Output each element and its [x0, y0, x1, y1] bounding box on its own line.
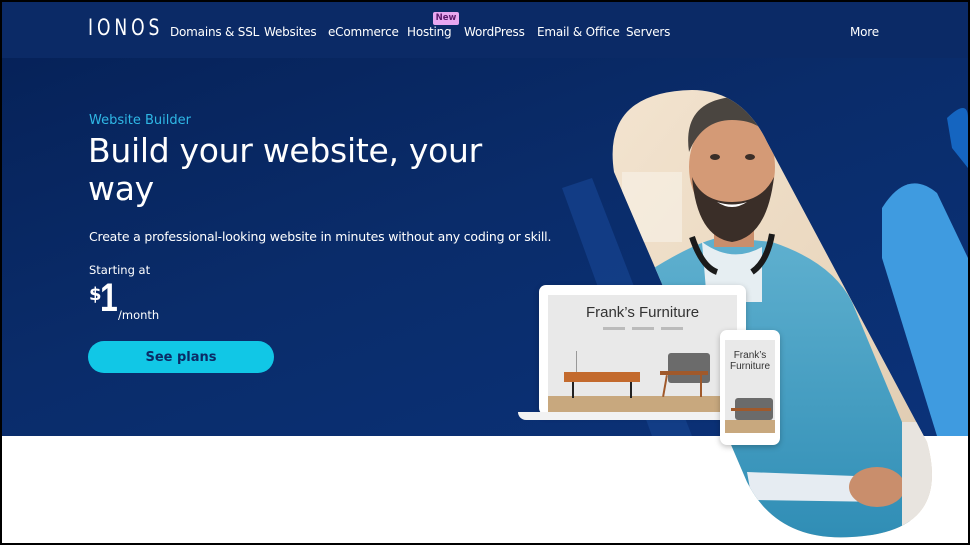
sideboard-leg	[572, 382, 574, 398]
armchair-leg	[700, 375, 702, 397]
nav-item-ecommerce[interactable]: eCommerce	[328, 25, 399, 39]
ionos-logo[interactable]: IONOS	[88, 16, 163, 41]
nav-item-websites[interactable]: Websites	[264, 25, 317, 39]
sideboard	[564, 372, 640, 382]
hero-photo	[612, 90, 932, 538]
laptop-mockup: Frank’s Furniture	[539, 285, 746, 415]
nav-item-servers[interactable]: Servers	[626, 25, 670, 39]
lamp	[576, 351, 577, 372]
new-badge: New	[433, 12, 459, 25]
nav-placeholder	[603, 327, 625, 330]
phone-mockup: Frank’s Furniture	[720, 330, 780, 445]
nav-item-email-office[interactable]: Email & Office	[537, 25, 620, 39]
nav-item-more[interactable]: More	[850, 25, 879, 39]
laptop-site-title: Frank’s Furniture	[585, 304, 700, 321]
nav-placeholder	[661, 327, 683, 330]
page: IONOS Domains & SSL Websites eCommerce N…	[2, 2, 968, 543]
top-nav: IONOS Domains & SSL Websites eCommerce N…	[2, 2, 968, 58]
sideboard-leg	[630, 382, 632, 398]
nav-item-wordpress[interactable]: WordPress	[464, 25, 525, 39]
armchair	[668, 353, 710, 383]
nav-placeholder	[632, 327, 654, 330]
phone-screen: Frank’s Furniture	[725, 340, 775, 433]
laptop-screen: Frank’s Furniture	[548, 295, 737, 413]
armchair-arm	[731, 408, 771, 411]
floor	[725, 420, 775, 433]
floor	[548, 396, 737, 413]
nav-item-domains-ssl[interactable]: Domains & SSL	[170, 25, 259, 39]
phone-site-title: Frank’s Furniture	[729, 350, 770, 372]
nav-item-hosting[interactable]: Hosting	[407, 25, 452, 39]
armchair-leg	[662, 374, 668, 398]
